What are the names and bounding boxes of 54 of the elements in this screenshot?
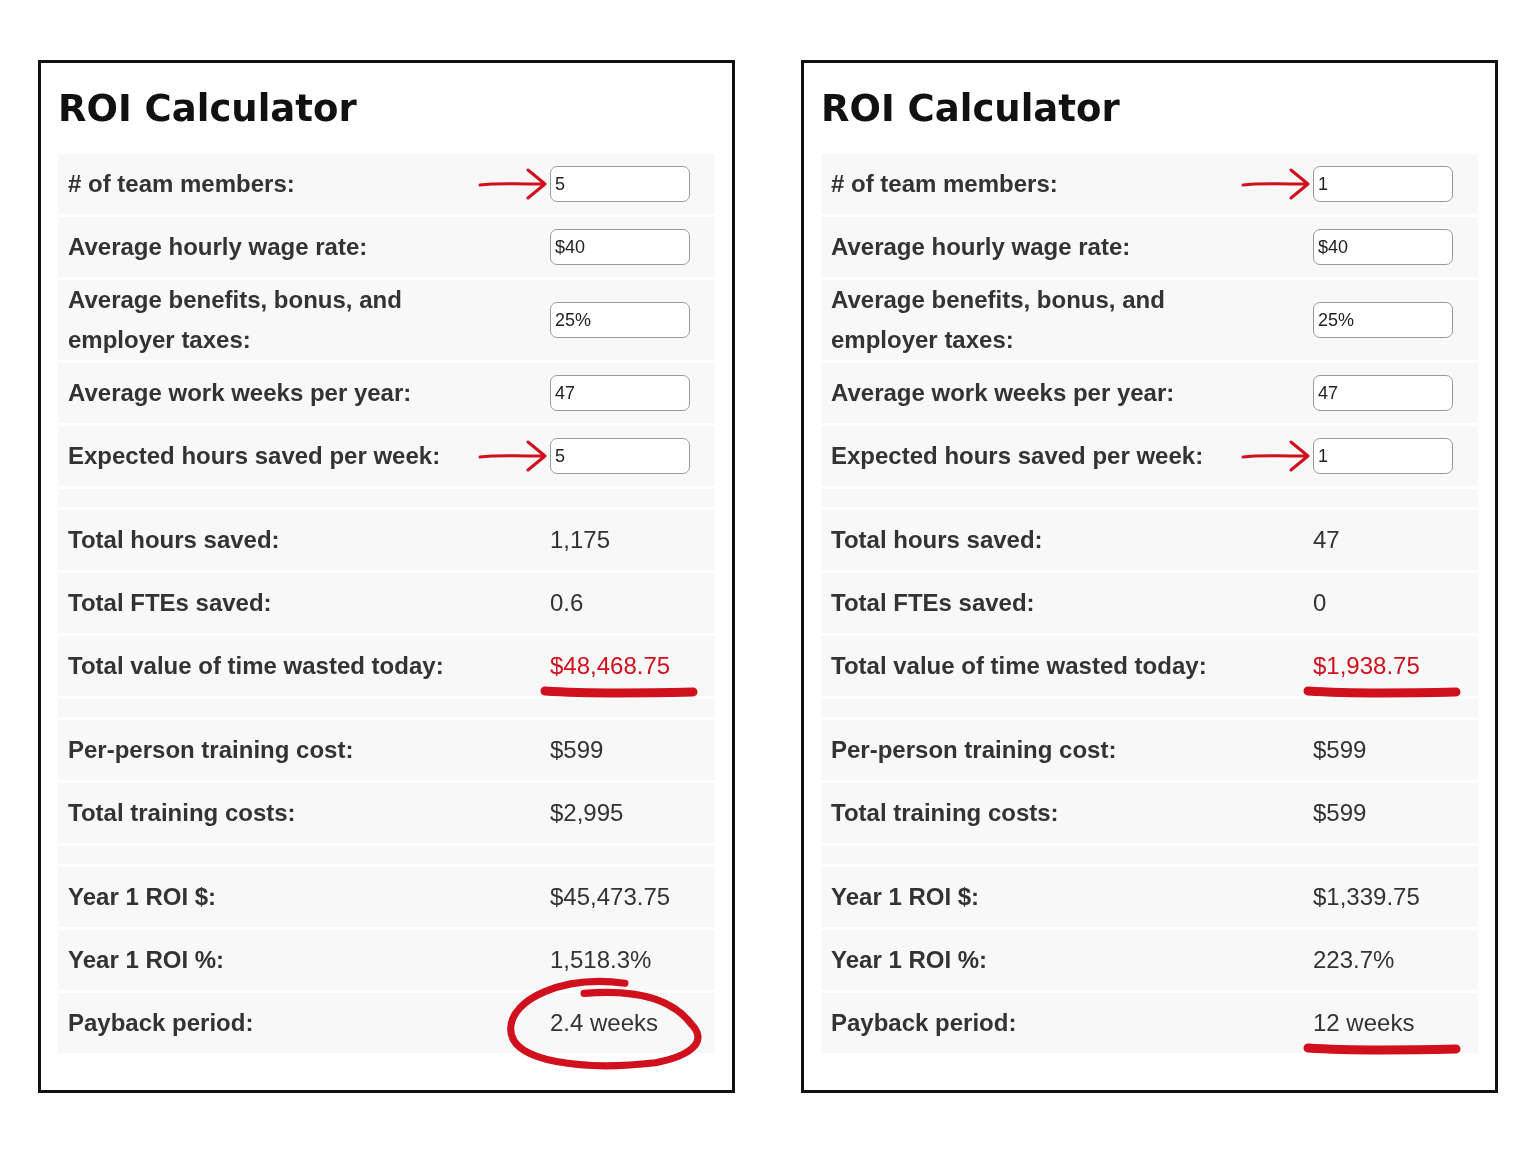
field-label: Expected hours saved per week: — [68, 441, 442, 471]
result-label: Per-person training cost: — [68, 735, 355, 765]
input-field[interactable]: 1 — [1313, 166, 1453, 202]
input-field[interactable]: $40 — [550, 229, 690, 265]
result-value: $48,468.75 — [550, 651, 671, 681]
result-label: Per-person training cost: — [831, 735, 1118, 765]
input-field[interactable]: 5 — [550, 438, 690, 474]
input-field[interactable]: 25% — [550, 302, 690, 338]
result-value: 0.6 — [550, 588, 584, 618]
result-label: Total value of time wasted today: — [68, 651, 445, 681]
result-label: Total value of time wasted today: — [831, 651, 1208, 681]
result-label: Payback period: — [68, 1008, 255, 1038]
result-label: Total hours saved: — [831, 525, 1044, 555]
result-value: 1,518.3% — [550, 945, 652, 975]
result-label: Year 1 ROI %: — [68, 945, 226, 975]
result-value: 47 — [1313, 525, 1340, 555]
result-label: Total FTEs saved: — [68, 588, 273, 618]
calculator-title: ROI Calculator — [58, 87, 358, 130]
result-label: Year 1 ROI $: — [831, 882, 981, 912]
input-field[interactable]: 5 — [550, 166, 690, 202]
input-field[interactable]: 47 — [1313, 375, 1453, 411]
field-label: Expected hours saved per week: — [831, 441, 1205, 471]
field-label: Average benefits, bonus, and employer taxes: — [68, 285, 403, 355]
result-label: Total training costs: — [831, 798, 1060, 828]
input-field[interactable]: 47 — [550, 375, 690, 411]
result-value: $45,473.75 — [550, 882, 671, 912]
result-label: Total training costs: — [68, 798, 297, 828]
result-value: $2,995 — [550, 798, 624, 828]
field-label: Average hourly wage rate: — [68, 232, 369, 262]
input-field[interactable]: 1 — [1313, 438, 1453, 474]
result-value: $599 — [1313, 798, 1367, 828]
result-label: Year 1 ROI %: — [831, 945, 989, 975]
result-value: $599 — [550, 735, 604, 765]
result-value: $1,938.75 — [1313, 651, 1420, 681]
result-label: Year 1 ROI $: — [68, 882, 218, 912]
result-label: Total hours saved: — [68, 525, 281, 555]
input-field[interactable]: 25% — [1313, 302, 1453, 338]
result-label: Payback period: — [831, 1008, 1018, 1038]
field-label: Average work weeks per year: — [68, 378, 413, 408]
result-value: $1,339.75 — [1313, 882, 1420, 912]
result-value: 0 — [1313, 588, 1327, 618]
result-label: Total FTEs saved: — [831, 588, 1036, 618]
field-label: # of team members: — [831, 169, 1059, 199]
result-value: 1,175 — [550, 525, 611, 555]
input-field[interactable]: $40 — [1313, 229, 1453, 265]
result-value: 12 weeks — [1313, 1008, 1415, 1038]
field-label: # of team members: — [68, 169, 296, 199]
result-value: 223.7% — [1313, 945, 1395, 975]
result-value: $599 — [1313, 735, 1367, 765]
field-label: Average hourly wage rate: — [831, 232, 1132, 262]
field-label: Average work weeks per year: — [831, 378, 1176, 408]
result-value: 2.4 weeks — [550, 1008, 659, 1038]
field-label: Average benefits, bonus, and employer taxes: — [831, 285, 1166, 355]
calculator-title: ROI Calculator — [821, 87, 1121, 130]
